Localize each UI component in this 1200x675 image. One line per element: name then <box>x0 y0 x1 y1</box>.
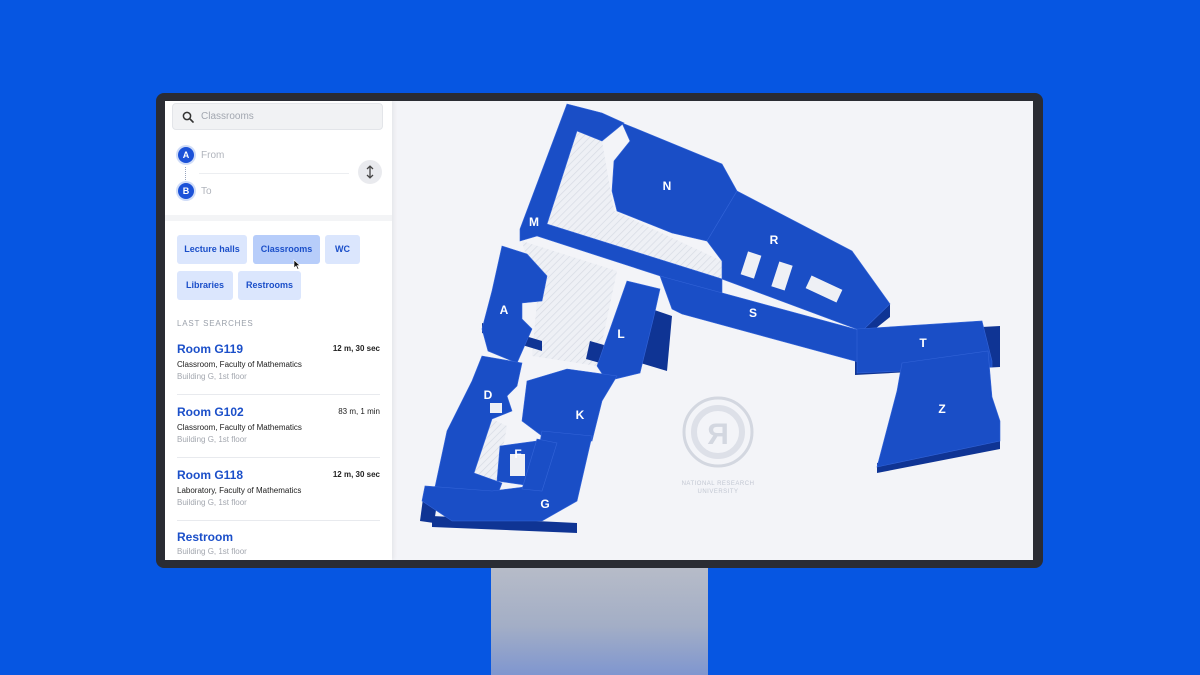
search-input[interactable]: Classrooms <box>172 103 383 130</box>
label-f: F <box>514 447 521 461</box>
route-divider <box>199 173 349 174</box>
result-distance: 12 m, 30 sec <box>332 344 380 353</box>
monitor-stand <box>491 566 708 675</box>
label-z: Z <box>938 402 945 416</box>
label-m: M <box>529 215 539 229</box>
result-location: Building G, 1st floor <box>177 498 247 507</box>
route-connector <box>185 167 186 182</box>
label-k: K <box>576 408 585 422</box>
label-s: S <box>749 306 757 320</box>
label-t: T <box>919 336 927 350</box>
result-divider <box>177 520 380 521</box>
result-description: Classroom, Faculty of Mathematics <box>177 423 302 432</box>
result-distance: 12 m, 30 sec <box>332 470 380 479</box>
from-marker: A <box>178 147 194 163</box>
university-watermark: Я NATIONAL RESEARCH UNIVERSITY <box>682 396 755 495</box>
search-placeholder: Classrooms <box>201 111 254 122</box>
campus-map[interactable]: N R M S T Z A L D K F G Я NATIONAL RESEA… <box>392 101 1033 560</box>
result-location: Building G, 1st floor <box>177 435 247 444</box>
label-l: L <box>617 327 624 341</box>
to-marker: B <box>178 183 194 199</box>
search-result-item[interactable]: Room G118 12 m, 30 sec Laboratory, Facul… <box>177 468 380 526</box>
watermark-line-1: NATIONAL RESEARCH <box>682 481 755 487</box>
result-divider <box>177 457 380 458</box>
result-name: Room G119 <box>177 342 244 356</box>
result-name: Room G102 <box>177 405 244 419</box>
search-result-item[interactable]: Room G102 83 m, 1 min Classroom, Faculty… <box>177 405 380 463</box>
buildings <box>421 103 1001 522</box>
label-n: N <box>663 179 672 193</box>
label-r: R <box>770 233 779 247</box>
route-panel: A B From To <box>165 137 392 217</box>
search-icon <box>182 111 194 123</box>
logo-letter: Я <box>707 418 729 451</box>
filter-wc[interactable]: WC <box>325 235 360 264</box>
screen: Classrooms A B From To Lecture halls Cla… <box>165 101 1033 560</box>
result-name: Restroom <box>177 530 234 544</box>
search-result-item[interactable]: Room G119 12 m, 30 sec Classroom, Facult… <box>177 342 380 400</box>
last-searches-heading: LAST SEARCHES <box>177 319 254 328</box>
result-distance: 83 m, 1 min <box>338 407 380 416</box>
result-location: Building G, 1st floor <box>177 372 247 381</box>
to-field[interactable]: To <box>201 186 212 197</box>
result-divider <box>177 394 380 395</box>
watermark-line-2: UNIVERSITY <box>697 489 738 495</box>
section-divider <box>165 215 392 221</box>
monitor: Classrooms A B From To Lecture halls Cla… <box>156 93 1043 568</box>
filter-restrooms[interactable]: Restrooms <box>238 271 301 300</box>
result-description: Laboratory, Faculty of Mathematics <box>177 486 302 495</box>
result-description: Classroom, Faculty of Mathematics <box>177 360 302 369</box>
swap-route-button[interactable] <box>358 160 382 184</box>
label-d: D <box>484 388 493 402</box>
map-canvas: N R M S T Z A L D K F G Я NATIONAL RESEA… <box>420 103 1001 533</box>
filter-libraries[interactable]: Libraries <box>177 271 233 300</box>
from-field[interactable]: From <box>201 150 224 161</box>
swap-vertical-icon <box>366 165 374 179</box>
search-result-item[interactable]: Restroom Building G, 1st floor <box>177 530 380 560</box>
filter-lecture-halls[interactable]: Lecture halls <box>177 235 247 264</box>
building-k[interactable] <box>521 368 618 442</box>
label-g: G <box>540 497 549 511</box>
mouse-pointer-icon <box>293 259 301 270</box>
result-name: Room G118 <box>177 468 244 482</box>
label-a: A <box>500 303 509 317</box>
result-location: Building G, 1st floor <box>177 547 247 556</box>
filter-classrooms[interactable]: Classrooms <box>253 235 320 264</box>
sidebar: Classrooms A B From To Lecture halls Cla… <box>165 101 392 560</box>
